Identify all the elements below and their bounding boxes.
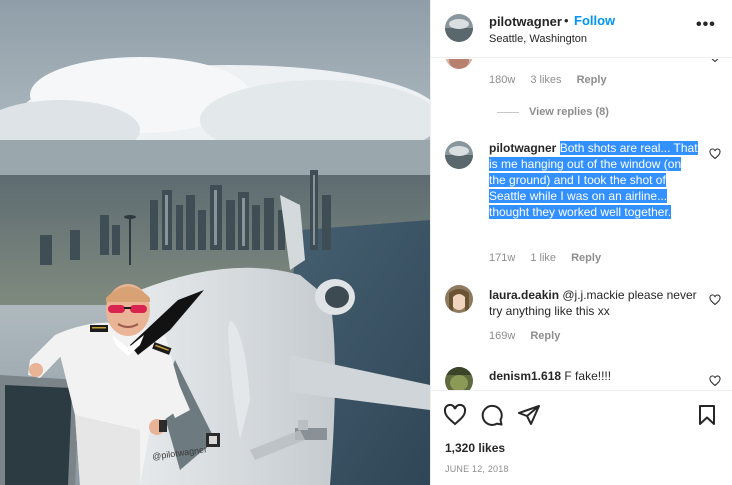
follow-button[interactable]: Follow [574,13,615,28]
comment-meta: 171w 1 like Reply [489,252,613,264]
post-actions: 1,320 likes JUNE 12, 2018 [431,390,732,485]
commenter-avatar[interactable] [445,141,473,169]
comment-body: laura.deakin @j.j.mackie please never tr… [489,287,699,319]
comment-partial: 180w 3 likes Reply View replies (8) [431,59,732,121]
heart-icon[interactable] [443,403,467,427]
comment-like-icon[interactable] [709,59,721,63]
view-replies-button[interactable]: View replies (8) [529,106,609,118]
commenter-username[interactable]: laura.deakin [489,288,559,302]
view-replies-line [497,112,519,113]
reply-button[interactable]: Reply [530,330,560,342]
author-username[interactable]: pilotwagner [489,14,562,29]
author-avatar[interactable] [445,14,473,42]
commenter-username[interactable]: denism1.618 [489,369,561,383]
reply-button[interactable]: Reply [571,252,601,264]
commenter-username[interactable]: pilotwagner [489,141,556,155]
comment-age[interactable]: 169w [489,330,515,342]
reply-button[interactable]: Reply [577,74,607,86]
comment-text: F fake!!!! [564,369,612,383]
comment-body: denism1.618 F fake!!!! [489,368,699,384]
comment-body: pilotwagner Both shots are real... That … [489,140,699,220]
comment-likes[interactable]: 1 like [530,252,556,264]
comment-item: laura.deakin @j.j.mackie please never tr… [431,285,732,345]
comment-like-icon[interactable] [709,294,721,306]
comment-like-icon[interactable] [709,148,721,160]
commenter-avatar[interactable] [445,367,473,390]
post-header: pilotwagner • Follow Seattle, Washington… [431,0,732,58]
likes-count[interactable]: 1,320 likes [445,441,505,455]
comments-list[interactable]: 180w 3 likes Reply View replies (8) pilo… [431,59,732,390]
comment-like-icon[interactable] [709,375,721,387]
comment-meta: 180w 3 likes Reply [489,74,619,86]
save-icon[interactable] [695,403,719,427]
commenter-avatar[interactable] [445,285,473,313]
header-separator: • [564,13,569,28]
share-icon[interactable] [517,403,541,427]
commenter-avatar[interactable] [445,59,473,69]
comment-item: denism1.618 F fake!!!! [431,365,732,390]
comment-icon[interactable] [480,403,504,427]
post-sidebar: pilotwagner • Follow Seattle, Washington… [430,0,732,485]
more-options-button[interactable]: ••• [696,16,716,34]
pilot-seattle-image [0,0,430,485]
post-photo[interactable]: @pilotwagner [0,0,430,485]
comment-likes[interactable]: 3 likes [530,74,561,86]
comment-item: pilotwagner Both shots are real... That … [431,137,732,267]
comment-meta: 169w Reply [489,330,572,342]
comment-age[interactable]: 171w [489,252,515,264]
post-date[interactable]: JUNE 12, 2018 [445,464,509,474]
post-location[interactable]: Seattle, Washington [489,33,587,45]
comment-age[interactable]: 180w [489,74,515,86]
more-options-icon: ••• [696,16,716,33]
